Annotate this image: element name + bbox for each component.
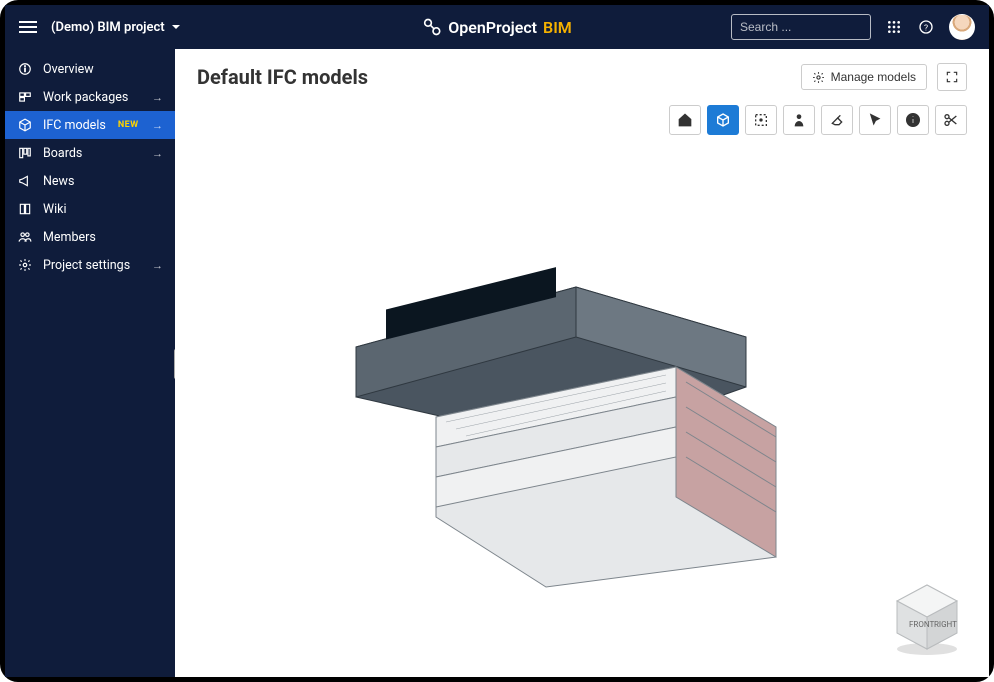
boards-icon bbox=[17, 145, 33, 161]
sidebar-item-overview[interactable]: Overview bbox=[5, 55, 175, 83]
sidebar-item-label: Wiki bbox=[43, 202, 67, 217]
first-person-button[interactable] bbox=[783, 105, 815, 135]
grid-icon bbox=[886, 19, 902, 35]
fullscreen-button[interactable] bbox=[937, 63, 967, 91]
sidebar-item-label: Overview bbox=[43, 62, 94, 77]
new-badge: NEW bbox=[118, 120, 139, 130]
page-title: Default IFC models bbox=[197, 65, 368, 89]
fit-button[interactable] bbox=[745, 105, 777, 135]
brand-logo: OpenProject BIM bbox=[422, 17, 572, 37]
sidebar-item-work-packages[interactable]: Work packages → bbox=[5, 83, 175, 111]
gear-icon bbox=[17, 257, 33, 273]
brand-text-main: OpenProject bbox=[448, 18, 537, 37]
manage-models-button[interactable]: Manage models bbox=[801, 64, 927, 90]
project-selector[interactable]: (Demo) BIM project bbox=[51, 20, 181, 35]
chevron-right-icon: → bbox=[152, 259, 163, 272]
sidebar-item-label: Project settings bbox=[43, 258, 130, 273]
pointer-icon bbox=[867, 112, 883, 128]
cube3d-icon bbox=[715, 112, 731, 128]
sidebar-item-label: IFC models bbox=[43, 118, 106, 133]
chevron-down-icon bbox=[171, 22, 181, 32]
brand-text-suffix: BIM bbox=[543, 18, 572, 37]
navcube-right-label: RIGHT bbox=[934, 620, 957, 629]
sidebar-item-wiki[interactable]: Wiki bbox=[5, 195, 175, 223]
sidebar-item-boards[interactable]: Boards → bbox=[5, 139, 175, 167]
svg-text:?: ? bbox=[924, 23, 928, 33]
home-icon bbox=[677, 112, 693, 128]
sidebar-item-label: News bbox=[43, 174, 74, 189]
info-icon bbox=[17, 61, 33, 77]
sidebar-toggle[interactable] bbox=[19, 21, 37, 33]
info-solid-icon bbox=[905, 112, 921, 128]
sidebar-item-members[interactable]: Members bbox=[5, 223, 175, 251]
person-icon bbox=[791, 112, 807, 128]
ifc-model-render bbox=[316, 257, 816, 611]
hide-button[interactable] bbox=[821, 105, 853, 135]
avatar[interactable] bbox=[949, 14, 975, 40]
sidebar-item-project-settings[interactable]: Project settings → bbox=[5, 251, 175, 279]
info-button[interactable] bbox=[897, 105, 929, 135]
help-button[interactable]: ? bbox=[917, 18, 935, 36]
cube-icon bbox=[17, 117, 33, 133]
project-name: (Demo) BIM project bbox=[51, 20, 165, 35]
section-button[interactable] bbox=[935, 105, 967, 135]
sidebar-item-label: Work packages bbox=[43, 90, 128, 105]
help-icon: ? bbox=[918, 19, 934, 35]
brand-icon bbox=[422, 17, 442, 37]
book-icon bbox=[17, 201, 33, 217]
sidebar-item-news[interactable]: News bbox=[5, 167, 175, 195]
navigation-cube[interactable]: FRONT RIGHT bbox=[887, 579, 967, 659]
chevron-right-icon: → bbox=[152, 119, 163, 132]
packages-icon bbox=[17, 89, 33, 105]
orbit-button[interactable] bbox=[707, 105, 739, 135]
modules-button[interactable] bbox=[885, 18, 903, 36]
fit-icon bbox=[753, 112, 769, 128]
sidebar: Overview Work packages → IFC models NEW … bbox=[5, 49, 175, 677]
search-box[interactable] bbox=[731, 14, 871, 40]
viewer-toolbar bbox=[175, 97, 989, 137]
expand-icon bbox=[945, 70, 959, 84]
sidebar-item-ifc-models[interactable]: IFC models NEW → bbox=[5, 111, 175, 139]
megaphone-icon bbox=[17, 173, 33, 189]
eraser-icon bbox=[829, 112, 845, 128]
gear-icon bbox=[812, 71, 825, 84]
sidebar-item-label: Boards bbox=[43, 146, 82, 161]
top-bar: (Demo) BIM project OpenProject BIM ? bbox=[5, 5, 989, 49]
main-content: Default IFC models Manage models bbox=[175, 49, 989, 677]
chevron-right-icon: → bbox=[152, 91, 163, 104]
sidebar-item-label: Members bbox=[43, 230, 96, 245]
scissors-icon bbox=[943, 112, 959, 128]
members-icon bbox=[17, 229, 33, 245]
viewer-canvas[interactable]: FRONT RIGHT bbox=[175, 137, 989, 677]
select-button[interactable] bbox=[859, 105, 891, 135]
manage-models-label: Manage models bbox=[831, 70, 916, 84]
reset-view-button[interactable] bbox=[669, 105, 701, 135]
navcube-front-label: FRONT bbox=[909, 620, 934, 629]
chevron-right-icon: → bbox=[152, 147, 163, 160]
search-input[interactable] bbox=[740, 20, 895, 34]
